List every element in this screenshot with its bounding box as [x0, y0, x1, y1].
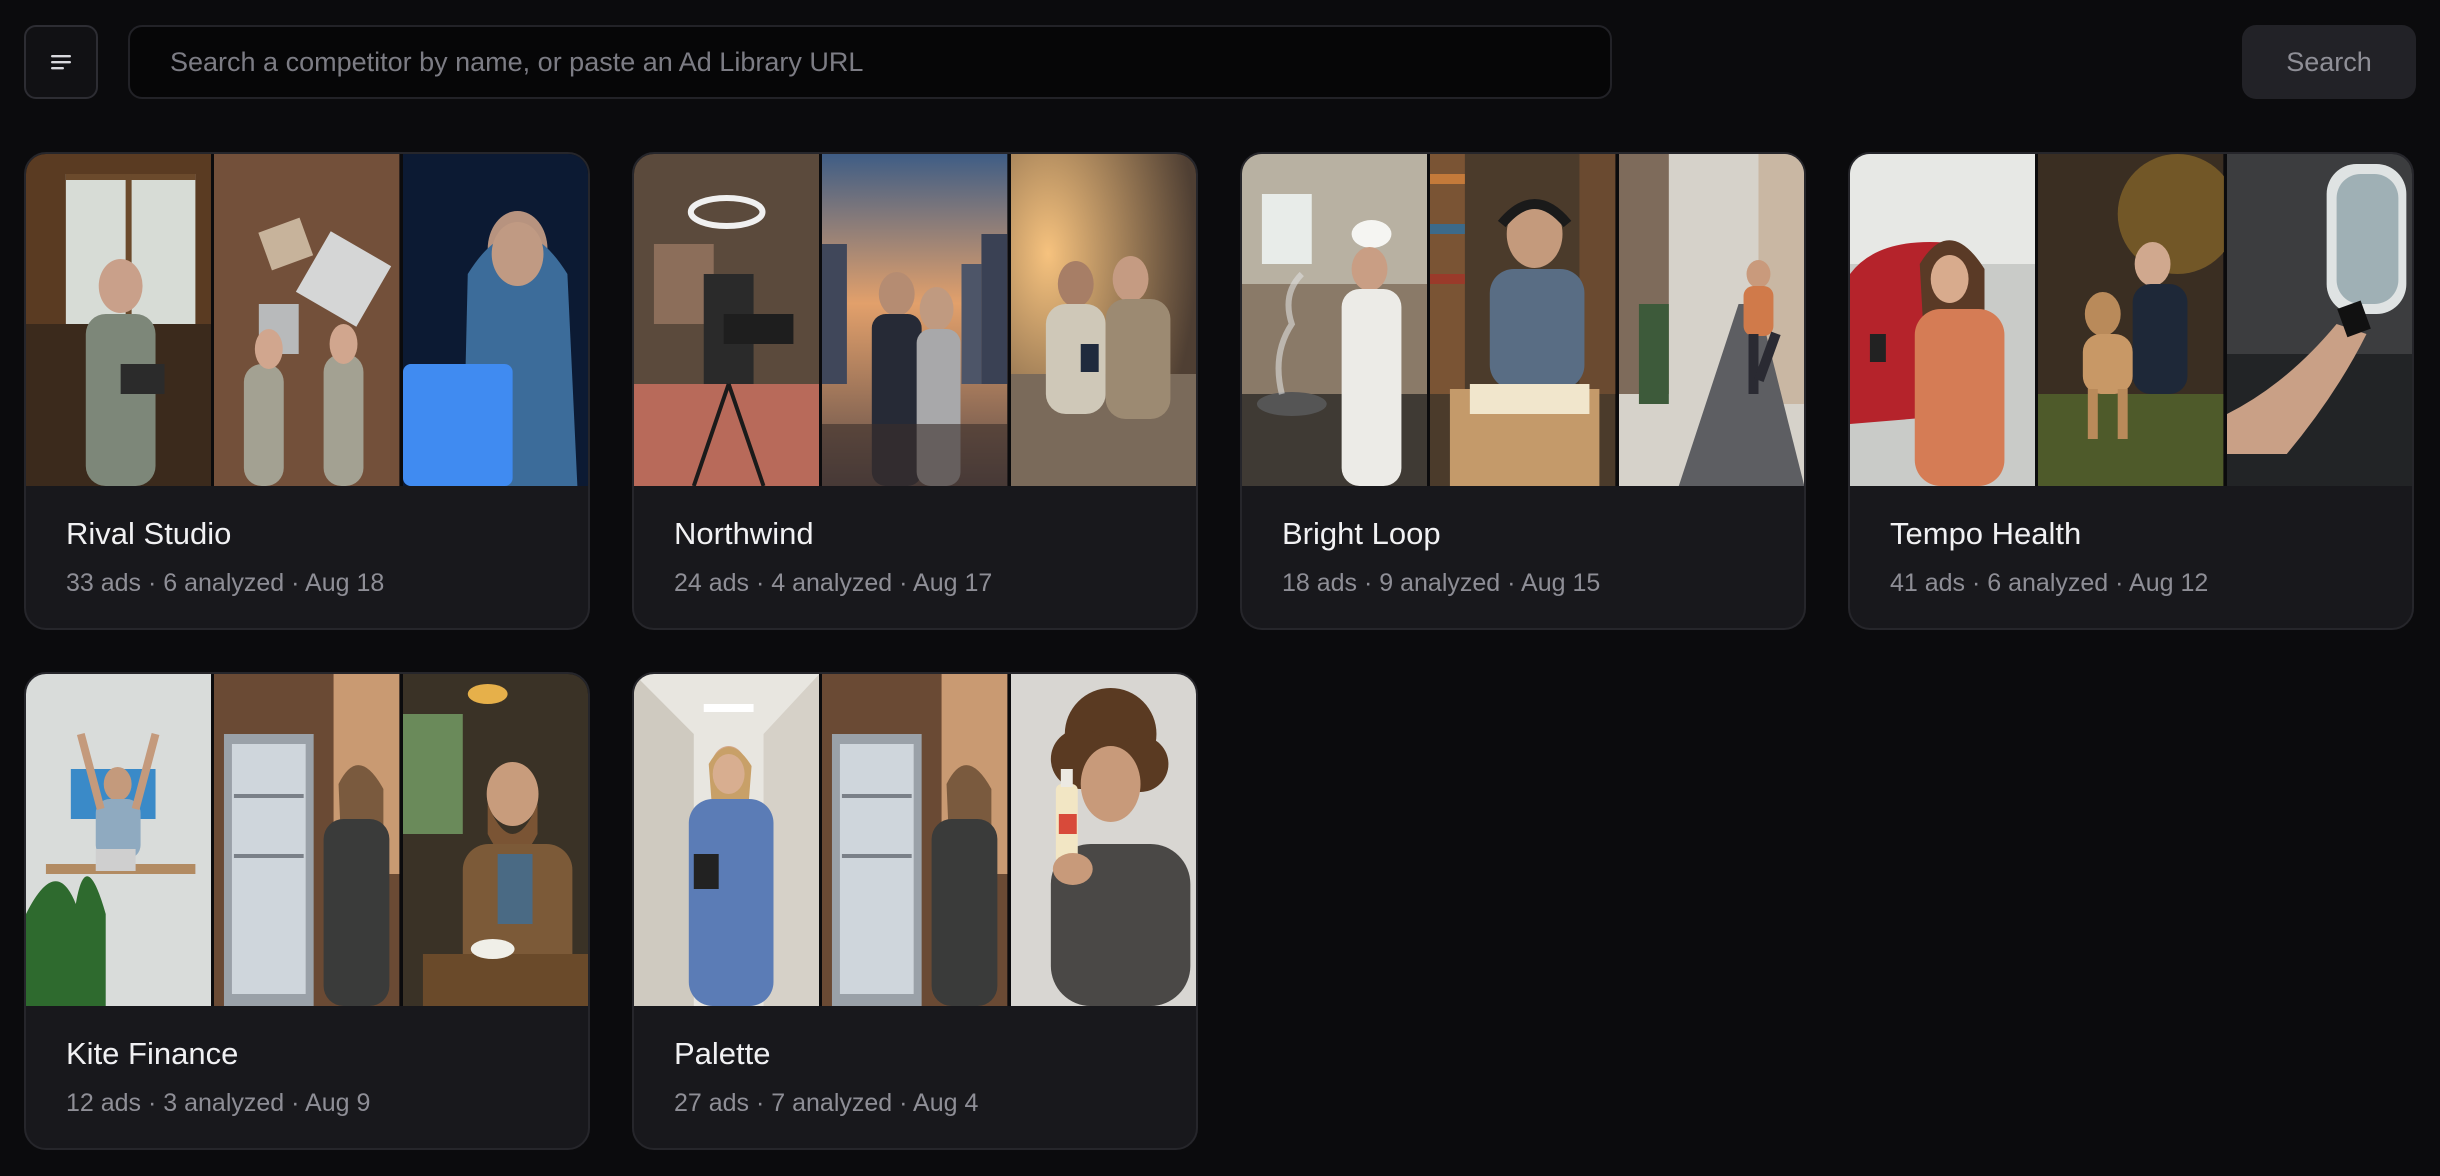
competitor-name: Bright Loop	[1282, 516, 1441, 551]
competitor-name: Kite Finance	[66, 1036, 239, 1071]
competitor-stats: 24 ads · 4 analyzed · Aug 17	[674, 569, 993, 597]
ad-thumbnail-strip	[26, 154, 588, 486]
competitor-name: Rival Studio	[66, 516, 232, 551]
top-bar: Search	[24, 24, 2416, 100]
ad-thumbnail	[1010, 674, 1196, 1006]
ad-thumbnail	[214, 674, 400, 1006]
ad-thumbnail	[1010, 154, 1196, 486]
competitor-card-tempo-health[interactable]: Tempo Health 41 ads · 6 analyzed · Aug 1…	[1848, 152, 2414, 630]
ad-thumbnail	[26, 154, 212, 486]
competitor-name: Northwind	[674, 516, 814, 551]
ad-thumbnail	[2226, 154, 2412, 486]
ad-thumbnail	[822, 674, 1008, 1006]
menu-lines-icon	[51, 55, 71, 70]
competitor-name: Palette	[674, 1036, 771, 1071]
competitor-stats: 27 ads · 7 analyzed · Aug 4	[674, 1089, 979, 1117]
competitor-stats: 33 ads · 6 analyzed · Aug 18	[66, 569, 385, 597]
search-button[interactable]: Search	[2242, 25, 2416, 99]
ad-thumbnail-strip	[26, 674, 588, 1006]
ad-thumbnail	[1618, 154, 1804, 486]
ad-thumbnail	[1430, 154, 1616, 486]
competitor-card-palette[interactable]: Palette 27 ads · 7 analyzed · Aug 4	[632, 672, 1198, 1150]
competitor-card-rival-studio[interactable]: Rival Studio 33 ads · 6 analyzed · Aug 1…	[24, 152, 590, 630]
ad-thumbnail	[402, 154, 588, 486]
competitor-stats: 18 ads · 9 analyzed · Aug 15	[1282, 569, 1601, 597]
ad-thumbnail	[1242, 154, 1428, 486]
ad-thumbnail	[634, 154, 820, 486]
competitor-stats: 41 ads · 6 analyzed · Aug 12	[1890, 569, 2209, 597]
ad-thumbnail	[2038, 154, 2224, 486]
menu-button[interactable]	[24, 25, 98, 99]
competitor-stats: 12 ads · 3 analyzed · Aug 9	[66, 1089, 371, 1117]
competitor-search-input[interactable]	[128, 25, 1612, 99]
competitor-name: Tempo Health	[1890, 516, 2082, 551]
ad-thumbnail-strip	[1242, 154, 1804, 486]
ad-thumbnail	[402, 674, 588, 1006]
ad-thumbnail-strip	[634, 674, 1196, 1006]
competitor-card-bright-loop[interactable]: Bright Loop 18 ads · 9 analyzed · Aug 15	[1240, 152, 1806, 630]
ad-thumbnail	[634, 674, 820, 1006]
ad-thumbnail-strip	[634, 154, 1196, 486]
ad-thumbnail-strip	[1850, 154, 2412, 486]
ad-thumbnail	[26, 674, 212, 1006]
ad-thumbnail	[214, 154, 400, 486]
ad-thumbnail	[1850, 154, 2036, 486]
competitor-card-kite-finance[interactable]: Kite Finance 12 ads · 3 analyzed · Aug 9	[24, 672, 590, 1150]
ad-thumbnail	[822, 154, 1008, 486]
competitor-card-northwind[interactable]: Northwind 24 ads · 4 analyzed · Aug 17	[632, 152, 1198, 630]
